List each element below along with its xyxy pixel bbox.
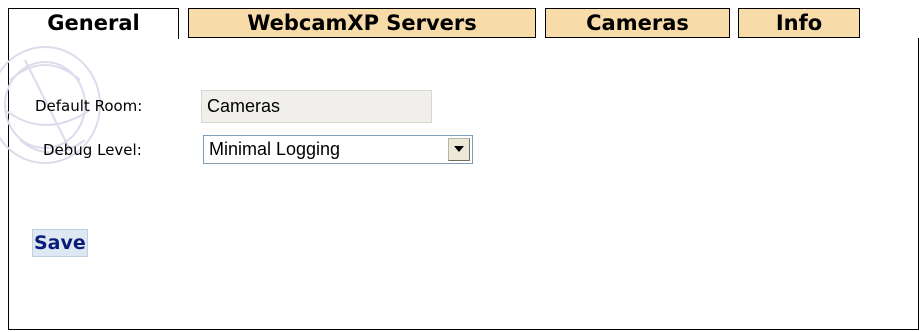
- debug-level-label: Debug Level:: [43, 141, 142, 159]
- chevron-down-icon[interactable]: [448, 138, 470, 161]
- general-settings-panel: [8, 38, 919, 330]
- tab-cameras[interactable]: Cameras: [545, 8, 730, 38]
- tab-webcamxp-servers[interactable]: WebcamXP Servers: [188, 8, 536, 38]
- default-room-input[interactable]: Cameras: [201, 90, 432, 123]
- default-room-label: Default Room:: [35, 97, 143, 115]
- tab-general[interactable]: General: [8, 8, 179, 39]
- save-button[interactable]: Save: [32, 229, 88, 257]
- debug-level-selected-value: Minimal Logging: [209, 139, 341, 159]
- tab-info[interactable]: Info: [738, 8, 860, 38]
- debug-level-select[interactable]: Minimal Logging: [203, 135, 473, 164]
